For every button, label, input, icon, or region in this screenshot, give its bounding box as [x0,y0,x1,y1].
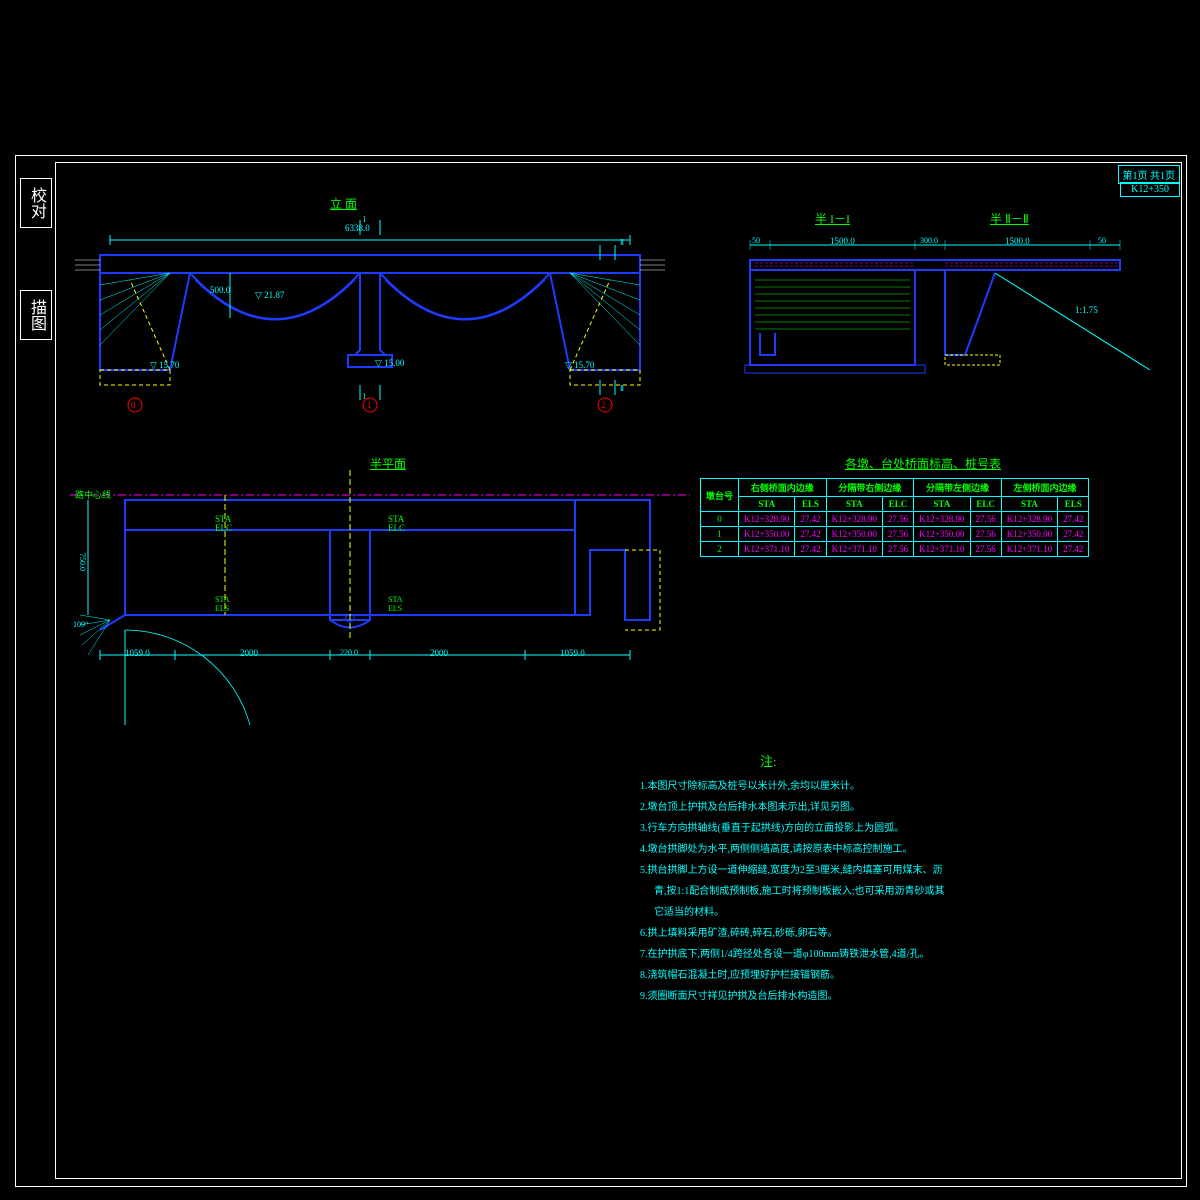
pd4: 2000 [430,648,448,658]
h-c3: 分隔带左侧边缘 [914,479,1002,497]
plan-drawing [70,470,690,730]
marker-ii-b: Ⅱ [620,384,624,393]
dim-109: 109° [73,620,88,629]
table-title: 各墩、台处桥面标高、桩号表 [845,455,1001,472]
pier-0: 0 [131,400,136,410]
table-row: 1K12+350.0027.42K12+350.0027.56K12+350.0… [701,527,1089,542]
centerline-label: 路中心线 [75,488,111,501]
station-id: K12+350 [1120,182,1180,197]
h-sta3: STA [914,497,970,512]
dim-span: 6338.0 [345,223,370,233]
marker-ii-t: Ⅱ [620,238,624,247]
elc1: ELC [215,523,232,533]
dim-w1: 1500.0 [830,236,855,246]
note-5: 5.拱台拱脚上方设一道伸缩缝,宽度为2至3厘米,缝内填塞可用煤末、沥 [640,861,1160,880]
note-7: 7.在护拱底下,两侧1/4跨径处各设一道φ100mm铸铁泄水管,4道/孔。 [640,945,1160,964]
el-base-r: ▽ 15.70 [565,360,594,371]
table-row: 0K12+328.9027.42K12+328.9027.56K12+328.9… [701,512,1089,527]
notes-block: 注: 1.本图尺寸除标高及桩号以米计外,余均以厘米计。 2.墩台顶上护拱及台后排… [640,750,1160,1008]
dim-t: 750.0 [78,553,87,571]
note-6: 6.拱上填料采用矿渣,碎砖,碎石,砂砾,卵石等。 [640,924,1160,943]
dim-gap: 300.0 [920,236,938,245]
note-5b: 青,按1:1配合制成预制板,施工时将预制板嵌入;也可采用沥青砂或其 [640,882,1160,901]
elevation-drawing [70,210,670,430]
h-sta1: STA [739,497,795,512]
side-label-check: 校对 [20,178,52,228]
note-1: 1.本图尺寸除标高及桩号以米计外,余均以厘米计。 [640,777,1160,796]
notes-header: 注: [760,750,1160,775]
pd3: 220.0 [340,648,358,657]
dim-edge1: 50 [752,236,760,245]
dim-edge2: 50 [1098,236,1106,245]
note-4: 4.墩台拱脚处为水平,两侧侧墙高度,请按原表中标高控制施工。 [640,840,1160,859]
note-8: 8.浇筑帽石混凝土时,应预埋好护栏接锚钢筋。 [640,966,1160,985]
pier-1: 1 [367,400,372,410]
h-sta4: STA [1001,497,1057,512]
pier-2: 2 [601,400,606,410]
marker-i-b: I [363,392,366,401]
note-3: 3.行车方向拱轴线(垂直于起拱线)方向的立面投影上为圆弧。 [640,819,1160,838]
elevation-table: 墩台号 右侧桥面内边缘 分隔带右侧边缘 分隔带左侧边缘 左侧桥面内边缘 STAE… [700,478,1089,557]
note-2: 2.墩台顶上护拱及台后排水本图未示出,详见另图。 [640,798,1160,817]
dim-rise: 500.0 [210,285,230,295]
pd2: 2000 [240,648,258,658]
h-pier: 墩台号 [701,479,739,512]
h-elc3: ELC [970,497,1001,512]
pd5: 1059.0 [560,648,585,658]
marker-i-t: I [363,215,366,224]
table-row: 2K12+371.1027.42K12+371.1027.56K12+371.1… [701,542,1089,557]
pd1: 1059.0 [125,648,150,658]
el-base-l: ▽ 15.70 [150,360,179,371]
el-top: ▽ 21.87 [255,290,284,301]
sta3: STAELS [215,595,229,613]
note-5c: 它适当的材料。 [640,903,1160,922]
sta4: STAELS [388,595,402,613]
slope: 1:1.75 [1075,305,1098,315]
h-els4: ELS [1058,497,1089,512]
h-els1: ELS [795,497,826,512]
side-label-trace: 描图 [20,290,52,340]
h-sta2: STA [826,497,882,512]
el-mid: ▽ 15.00 [375,358,404,369]
elc2: ELC [388,523,405,533]
h-elc2: ELC [882,497,913,512]
cad-canvas: 校对 描图 第1页 共1页 K12+350 立 面 6338.0 500.0 ▽… [0,0,1200,1200]
h-c1: 右侧桥面内边缘 [739,479,827,497]
dim-w2: 1500.0 [1005,236,1030,246]
note-9: 9.须圈断面尺寸祥见护拱及台后排水构造图。 [640,987,1160,1006]
h-c4: 左侧桥面内边缘 [1001,479,1089,497]
h-c2: 分隔带右侧边缘 [826,479,914,497]
